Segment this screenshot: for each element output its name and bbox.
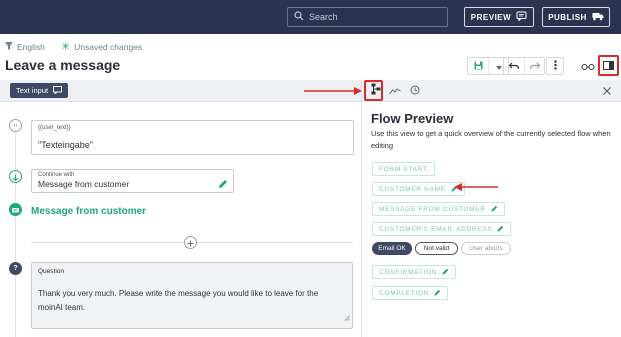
close-icon — [603, 82, 611, 100]
analytics-tab[interactable] — [388, 84, 402, 98]
step-label: MESSAGE FROM CUSTOMER — [379, 205, 486, 213]
history-group — [503, 57, 545, 75]
caret-down-icon — [495, 57, 502, 75]
add-step-button[interactable] — [184, 236, 197, 249]
history-tab[interactable] — [408, 84, 422, 98]
panel-header — [362, 80, 621, 102]
continue-with-field[interactable]: Continue with Message from customer — [31, 169, 234, 193]
chat-preview-icon — [516, 11, 527, 23]
question-text: Thank you very much. Please write the me… — [38, 289, 319, 312]
pencil-icon — [442, 268, 449, 277]
tag-label: User aborts — [469, 245, 503, 252]
preview-label: PREVIEW — [470, 12, 512, 22]
pencil-icon — [434, 289, 441, 298]
continue-node — [9, 170, 22, 183]
glasses-button[interactable] — [580, 60, 596, 72]
save-button[interactable] — [468, 58, 488, 74]
step-label: CONFIRMATION — [379, 268, 438, 276]
search-placeholder: Search — [309, 12, 338, 22]
pencil-icon — [491, 205, 498, 214]
publish-label: PUBLISH — [548, 12, 587, 22]
annotation-arrow-flow-tab — [304, 87, 362, 95]
step-customer-name[interactable]: CUSTOMER NAME — [372, 182, 465, 196]
code-icon: ‹› — [13, 122, 18, 129]
trend-icon — [389, 82, 401, 100]
unsaved-asterisk-icon: ✳ — [60, 41, 71, 53]
filter-icon — [5, 42, 13, 52]
continue-caption: Continue with — [38, 172, 75, 178]
message-icon — [53, 85, 63, 96]
continue-value: Message from customer — [38, 179, 130, 189]
highlight-flow-tab — [364, 80, 383, 101]
more-group — [546, 57, 564, 75]
close-panel-button[interactable] — [600, 84, 614, 98]
step-message-from-customer[interactable]: MESSAGE FROM CUSTOMER — [372, 202, 505, 216]
undo-button[interactable] — [504, 58, 524, 74]
step-completion[interactable]: COMPLETION — [372, 286, 448, 300]
top-bar: Search PREVIEW PUBLISH — [0, 0, 621, 34]
history-icon — [410, 82, 420, 100]
pencil-icon — [497, 225, 504, 234]
step-label: CUSTOMER NAME — [379, 185, 446, 193]
step-confirmation[interactable]: CONFIRMATION — [372, 265, 457, 279]
message-node — [9, 203, 22, 216]
flow-preview-panel: Flow Preview Use this view to get a quic… — [361, 80, 621, 337]
highlight-panel-toggle — [598, 55, 619, 76]
edit-pencil-icon[interactable] — [218, 176, 228, 194]
redo-button[interactable] — [524, 58, 544, 74]
undo-icon — [508, 57, 520, 75]
tag-label: Email OK — [378, 245, 406, 252]
meta-bar: English ✳ Unsaved changes — [5, 41, 143, 53]
plus-icon — [187, 234, 194, 252]
search-input[interactable]: Search — [287, 7, 448, 27]
question-mark-icon: ? — [13, 265, 18, 272]
chat-icon — [12, 201, 19, 219]
tag-user-aborts[interactable]: User aborts — [461, 242, 511, 255]
resize-handle-icon[interactable] — [344, 308, 350, 326]
variable-box[interactable]: {{user_text}} "Texteingabe" — [31, 120, 354, 155]
question-node: ? — [9, 262, 22, 275]
arrow-down-icon — [12, 168, 19, 186]
glasses-icon — [581, 57, 595, 75]
tag-email-ok[interactable]: Email OK — [372, 242, 412, 255]
more-vertical-icon — [553, 57, 557, 75]
language-label: English — [17, 42, 45, 52]
step-label: CUSTOMER'S EMAIL ADDRESS — [379, 225, 493, 233]
message-title[interactable]: Message from customer — [31, 206, 146, 217]
publish-button[interactable]: PUBLISH — [542, 7, 610, 27]
floppy-icon — [474, 57, 483, 75]
preview-button[interactable]: PREVIEW — [464, 7, 534, 27]
truck-icon — [592, 12, 604, 23]
question-caption: Question — [38, 268, 65, 275]
step-label: FORM START — [379, 165, 428, 173]
code-node: ‹› — [9, 119, 22, 132]
tag-not-valid[interactable]: Not valid — [415, 242, 458, 255]
flow-preview-title: Flow Preview — [371, 111, 454, 126]
page-title: Leave a message — [5, 57, 121, 73]
search-icon — [294, 8, 304, 26]
unsaved-status: Unsaved changes — [74, 42, 143, 52]
step-form-start[interactable]: FORM START — [372, 162, 435, 176]
variable-label: {{user_text}} — [38, 125, 71, 131]
step-label: COMPLETION — [379, 289, 429, 297]
text-input-chip[interactable]: Text input — [10, 83, 69, 98]
question-textarea[interactable]: Question Thank you very much. Please wri… — [31, 262, 353, 329]
chip-label: Text input — [16, 86, 49, 95]
variable-value: "Texteingabe" — [38, 140, 93, 150]
tag-label: Not valid — [423, 245, 450, 252]
step-customer-email[interactable]: CUSTOMER'S EMAIL ADDRESS — [372, 222, 512, 236]
annotation-arrow-customer-name — [454, 183, 498, 191]
flow-preview-description: Use this view to get a quick overview of… — [371, 129, 611, 150]
timeline-line — [15, 120, 16, 337]
redo-icon — [529, 57, 540, 75]
more-options-button[interactable] — [547, 58, 563, 74]
